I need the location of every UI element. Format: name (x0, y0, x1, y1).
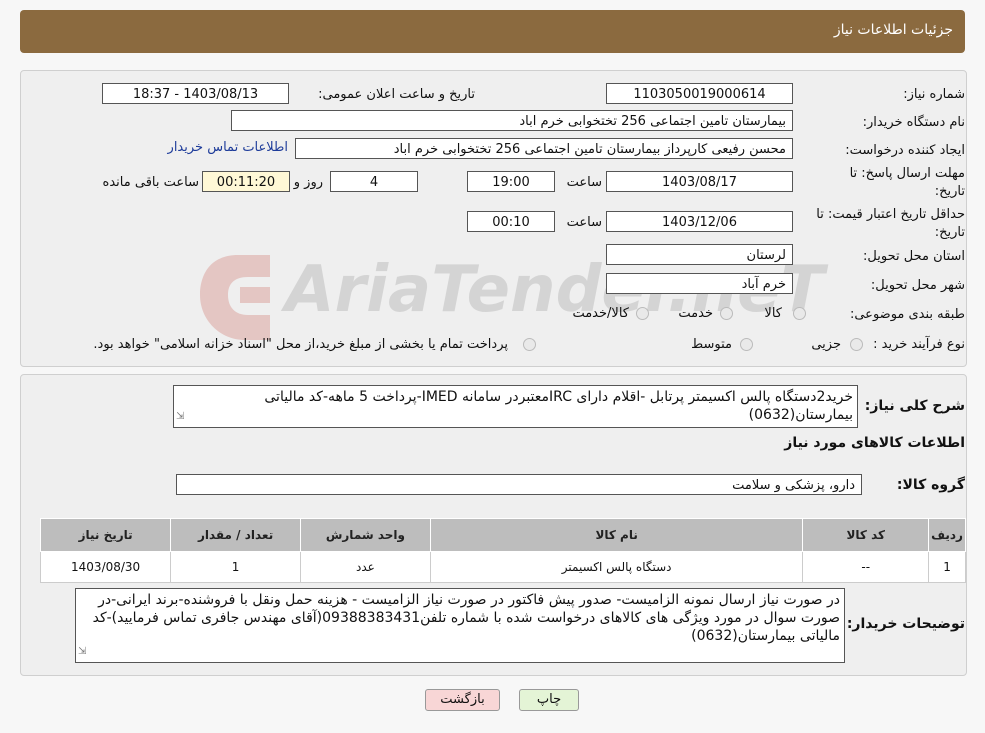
remaining-label: ساعت باقی مانده (102, 175, 199, 190)
buyer-notes-textarea[interactable]: در صورت نیاز ارسال نمونه الزامیست- صدور … (75, 588, 845, 663)
city-field[interactable]: خرم آباد (606, 273, 793, 294)
buyer-org-label: نام دستگاه خریدار: (862, 115, 965, 130)
days-label: روز و (293, 175, 323, 190)
cell-unit: عدد (299, 551, 431, 583)
validity-label: حداقل تاریخ اعتبار قیمت: تا تاریخ: (816, 207, 965, 240)
buyer-notes-label: توضیحات خریدار: (846, 616, 965, 632)
province-field[interactable]: لرستان (606, 244, 793, 265)
deadline-time-label: ساعت (566, 175, 602, 190)
buyer-org-field[interactable]: بیمارستان تامین اجتماعی 256 تختخوابی خرم… (231, 110, 793, 131)
buyer-notes-text: در صورت نیاز ارسال نمونه الزامیست- صدور … (92, 592, 840, 644)
process-option-medium: متوسط (691, 337, 732, 352)
items-title: اطلاعات کالاهای مورد نیاز (784, 435, 965, 451)
resize-grip-icon[interactable]: ⇲ (176, 408, 184, 426)
col-quantity: تعداد / مقدار (170, 518, 301, 552)
back-button[interactable]: بازگشت (425, 689, 500, 711)
table-header-row: ردیف کد کالا نام کالا واحد شمارش تعداد /… (39, 518, 966, 552)
cell-code: -- (802, 551, 930, 583)
cell-name: دستگاه پالس اکسیمتر (429, 551, 804, 583)
category-radio-goods[interactable] (793, 307, 806, 320)
deadline-date-field[interactable]: 1403/08/17 (606, 171, 793, 192)
resize-grip-icon[interactable]: ⇲ (78, 643, 86, 661)
table-row[interactable]: 1 -- دستگاه پالس اکسیمتر عدد 1 1403/08/3… (39, 551, 966, 583)
validity-time-field[interactable]: 00:10 (467, 211, 555, 232)
summary-textarea[interactable]: خرید2دستگاه پالس اکسیمتر پرتابل -اقلام د… (173, 385, 858, 428)
category-radio-goods-service[interactable] (636, 307, 649, 320)
summary-text: خرید2دستگاه پالس اکسیمتر پرتابل -اقلام د… (264, 389, 853, 423)
items-table: ردیف کد کالا نام کالا واحد شمارش تعداد /… (39, 518, 966, 583)
group-label: گروه کالا: (896, 477, 965, 493)
remaining-time-field: 00:11:20 (202, 171, 290, 192)
announce-field[interactable]: 1403/08/13 - 18:37 (102, 83, 289, 104)
deadline-time-field[interactable]: 19:00 (467, 171, 555, 192)
col-unit: واحد شمارش (299, 518, 431, 552)
process-radio-minor[interactable] (850, 338, 863, 351)
creator-field[interactable]: محسن رفیعی کارپرداز بیمارستان تامین اجتم… (295, 138, 793, 159)
col-name: نام کالا (429, 518, 804, 552)
category-label: طبقه بندی موضوعی: (849, 307, 965, 322)
cell-row: 1 (928, 551, 966, 583)
cell-quantity: 1 (170, 551, 301, 583)
page-title: جزئیات اطلاعات نیاز (833, 22, 953, 38)
category-option-goods: کالا (764, 306, 782, 321)
print-button[interactable]: چاپ (519, 689, 579, 711)
need-number-label: شماره نیاز: (903, 87, 965, 102)
page-header: جزئیات اطلاعات نیاز (20, 10, 965, 53)
days-field[interactable]: 4 (330, 171, 418, 192)
process-checkbox-treasury[interactable] (523, 338, 536, 351)
col-row: ردیف (928, 518, 966, 552)
creator-label: ایجاد کننده درخواست: (845, 143, 965, 158)
need-number-field[interactable]: 1103050019000614 (606, 83, 793, 104)
col-need-date: تاریخ نیاز (39, 518, 172, 552)
group-field[interactable]: دارو، پزشکی و سلامت (176, 474, 862, 495)
buyer-contact-link[interactable]: اطلاعات تماس خریدار (168, 140, 288, 155)
process-label: نوع فرآیند خرید : (873, 337, 965, 352)
category-radio-service[interactable] (720, 307, 733, 320)
validity-time-label: ساعت (566, 215, 602, 230)
summary-label: شرح کلی نیاز: (864, 398, 965, 414)
col-code: کد کالا (802, 518, 930, 552)
city-label: شهر محل تحویل: (870, 278, 965, 293)
announce-label: تاریخ و ساعت اعلان عمومی: (318, 87, 475, 102)
process-note: پرداخت تمام یا بخشی از مبلغ خرید،از محل … (93, 337, 508, 352)
province-label: استان محل تحویل: (863, 249, 965, 264)
category-option-service: خدمت (678, 306, 713, 321)
process-option-minor: جزیی (811, 337, 841, 352)
category-option-goods-service: کالا/خدمت (572, 306, 629, 321)
process-radio-medium[interactable] (740, 338, 753, 351)
validity-date-field[interactable]: 1403/12/06 (606, 211, 793, 232)
cell-need-date: 1403/08/30 (39, 551, 172, 583)
deadline-label: مهلت ارسال پاسخ: تا تاریخ: (849, 166, 965, 199)
